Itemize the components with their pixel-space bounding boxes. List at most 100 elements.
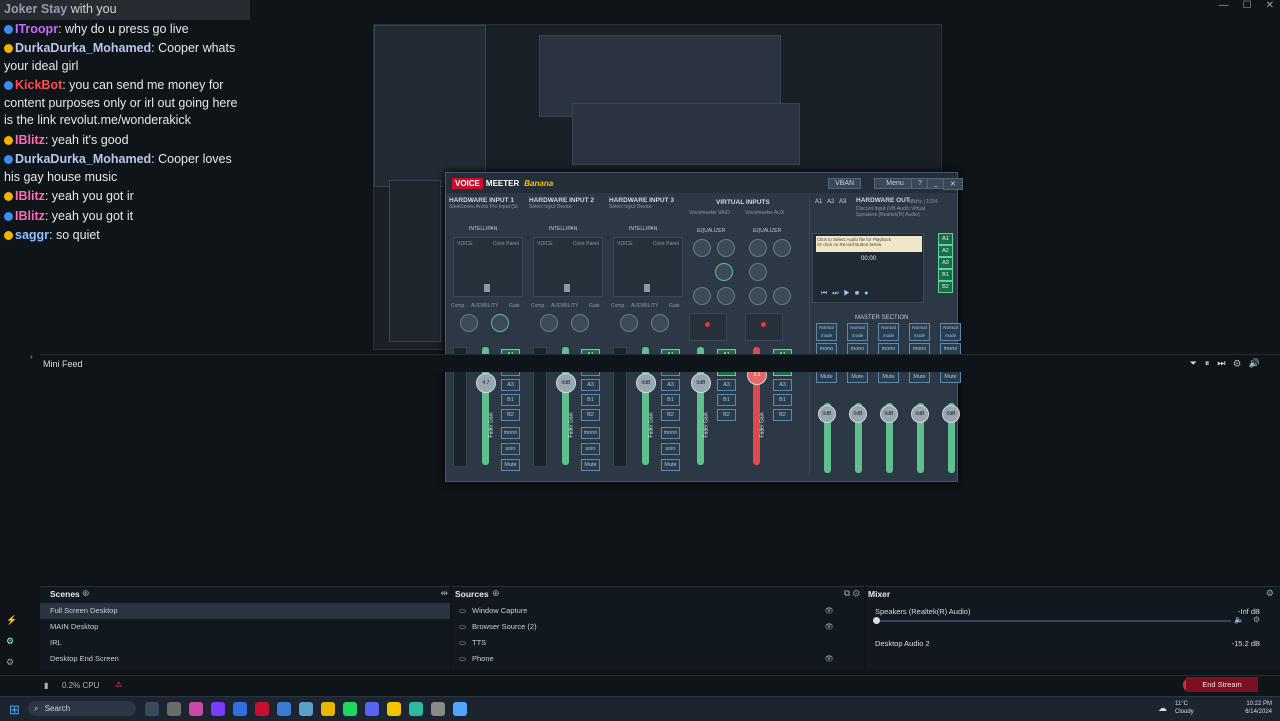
player-bus-a2[interactable]: A2	[938, 245, 953, 257]
eq-knob[interactable]	[715, 263, 733, 281]
studio-mode-icon[interactable]: ⚡	[6, 610, 17, 631]
solo-button[interactable]: solo	[661, 443, 680, 455]
source-item[interactable]: ▭ Phone 👁	[452, 651, 864, 667]
fader-knob[interactable]: 4.7	[476, 373, 496, 393]
taskbar-app-icon[interactable]	[255, 702, 269, 716]
fader-knob[interactable]: 0dB	[556, 373, 576, 393]
mute-button[interactable]: Mute	[878, 371, 899, 383]
taskbar-app-icon[interactable]	[431, 702, 445, 716]
scene-item[interactable]: Desktop End Screen	[40, 651, 450, 667]
eq-knob[interactable]	[773, 287, 791, 305]
taskbar-app-icon[interactable]	[365, 702, 379, 716]
minimize-icon[interactable]: —	[1219, 0, 1229, 14]
mute-button[interactable]: Mute	[581, 459, 600, 471]
scene-item[interactable]: Full Screen Desktop	[40, 603, 450, 619]
close-button[interactable]: ✕	[943, 178, 963, 190]
pan-panel[interactable]	[745, 313, 783, 341]
weather-widget[interactable]: 11°C Cloudy	[1175, 700, 1194, 716]
speaker-icon[interactable]: 🔈	[1234, 615, 1244, 624]
taskbar-app-icon[interactable]	[211, 702, 225, 716]
eq-knob[interactable]	[693, 287, 711, 305]
close-icon[interactable]: ✕	[1266, 0, 1274, 14]
pan-handle[interactable]	[484, 284, 490, 292]
mute-button[interactable]: Mute	[847, 371, 868, 383]
hardware-out-device-2[interactable]: Speakers (Realtek(R) Audio)	[856, 212, 920, 218]
taskbar-app-icon[interactable]	[233, 702, 247, 716]
pan-handle[interactable]	[644, 284, 650, 292]
taskbar-app-icon[interactable]	[343, 702, 357, 716]
player-bus-b1[interactable]: B1	[938, 269, 953, 281]
visibility-icon[interactable]: 👁	[824, 603, 834, 619]
source-item[interactable]: ▭ TTS	[452, 635, 864, 651]
bus-button-b2[interactable]: B2	[581, 409, 600, 421]
taskbar-app-icon[interactable]	[145, 702, 159, 716]
bus-button-a3[interactable]: A3	[717, 379, 736, 391]
solo-button[interactable]: solo	[581, 443, 600, 455]
add-source-icon[interactable]: ⊕	[492, 588, 500, 599]
sources-options-icon[interactable]: ⧉ ⚙	[844, 588, 860, 599]
expand-icon[interactable]: ›	[30, 352, 33, 361]
gate-knob[interactable]	[491, 314, 509, 332]
volume-slider[interactable]	[873, 617, 1231, 624]
volume-handle[interactable]	[873, 617, 880, 624]
master-fader-knob[interactable]: 0dB	[880, 405, 898, 423]
normal-mode-button[interactable]: Normal mode	[816, 323, 837, 341]
bus-button-b2[interactable]: B2	[501, 409, 520, 421]
normal-mode-button[interactable]: Normal mode	[847, 323, 868, 341]
master-fader-knob[interactable]: 0dB	[818, 405, 836, 423]
mono-button[interactable]: mono	[581, 427, 600, 439]
bus-button-b2[interactable]: B2	[773, 409, 792, 421]
add-scene-icon[interactable]: ⊕	[82, 588, 90, 599]
eq-knob[interactable]	[773, 239, 791, 257]
normal-mode-button[interactable]: Normal mode	[878, 323, 899, 341]
comp-knob[interactable]	[460, 314, 478, 332]
source-item[interactable]: ▭ Browser Source (2) 👁	[452, 619, 864, 635]
mixer-settings-icon[interactable]: ⚙	[1266, 588, 1274, 599]
transport-controls[interactable]: ⏮⏭▶■●	[821, 290, 873, 298]
vban-button[interactable]: VBAN	[828, 178, 862, 189]
cassette-label[interactable]: Click to Select Audio file for Playback …	[816, 236, 922, 252]
player-bus-b2[interactable]: B2	[938, 281, 953, 293]
taskbar-app-icon[interactable]	[167, 702, 181, 716]
end-stream-button[interactable]: End Stream	[1186, 677, 1258, 692]
mute-button[interactable]: Mute	[940, 371, 961, 383]
mute-button[interactable]: Mute	[661, 459, 680, 471]
eq-knob[interactable]	[749, 287, 767, 305]
settings-icon[interactable]: ⚙	[6, 652, 17, 673]
eq-knob[interactable]	[717, 239, 735, 257]
pan-handle[interactable]	[564, 284, 570, 292]
comp-knob[interactable]	[540, 314, 558, 332]
taskbar-app-icon[interactable]	[387, 702, 401, 716]
pan-panel[interactable]	[689, 313, 727, 341]
mono-button[interactable]: mono	[501, 427, 520, 439]
scene-item[interactable]: IRL	[40, 635, 450, 651]
pan-dot[interactable]	[705, 322, 710, 327]
cassette-player[interactable]: Click to Select Audio file for Playback …	[812, 233, 924, 303]
source-item[interactable]: ▭ Window Capture 👁	[452, 603, 864, 619]
visibility-icon[interactable]: 👁	[824, 651, 834, 667]
mute-button[interactable]: Mute	[501, 459, 520, 471]
warning-icon[interactable]: ⚠	[115, 680, 122, 689]
taskbar-app-icon[interactable]	[321, 702, 335, 716]
eq-knob[interactable]	[749, 263, 767, 281]
gear-icon[interactable]: ⚙	[1253, 615, 1260, 624]
eq-knob[interactable]	[749, 239, 767, 257]
mini-feed-controls[interactable]: ⏷⏸⏭⚙🔊	[1190, 358, 1268, 369]
clock[interactable]: 10:22 PM 6/14/2024	[1245, 700, 1272, 716]
normal-mode-button[interactable]: Normal mode	[940, 323, 961, 341]
master-fader-knob[interactable]: 0dB	[849, 405, 867, 423]
comp-knob[interactable]	[620, 314, 638, 332]
bus-button-b1[interactable]: B1	[773, 394, 792, 406]
player-bus-a3[interactable]: A3	[938, 257, 953, 269]
taskbar-app-icon[interactable]	[299, 702, 313, 716]
bus-button-b2[interactable]: B2	[717, 409, 736, 421]
strip-device[interactable]: Select Input Device	[529, 204, 607, 210]
bus-button-a3[interactable]: A3	[773, 379, 792, 391]
stats-icon[interactable]: ▮	[44, 681, 48, 690]
bus-button-b1[interactable]: B1	[717, 394, 736, 406]
dock-resize-icon[interactable]: ⇹	[440, 588, 448, 599]
intellipan-panel[interactable]: VOICE Color Panel	[613, 237, 683, 297]
fader-knob[interactable]: 0dB	[636, 373, 656, 393]
mono-button[interactable]: mono	[661, 427, 680, 439]
bus-button-a3[interactable]: A3	[661, 379, 680, 391]
